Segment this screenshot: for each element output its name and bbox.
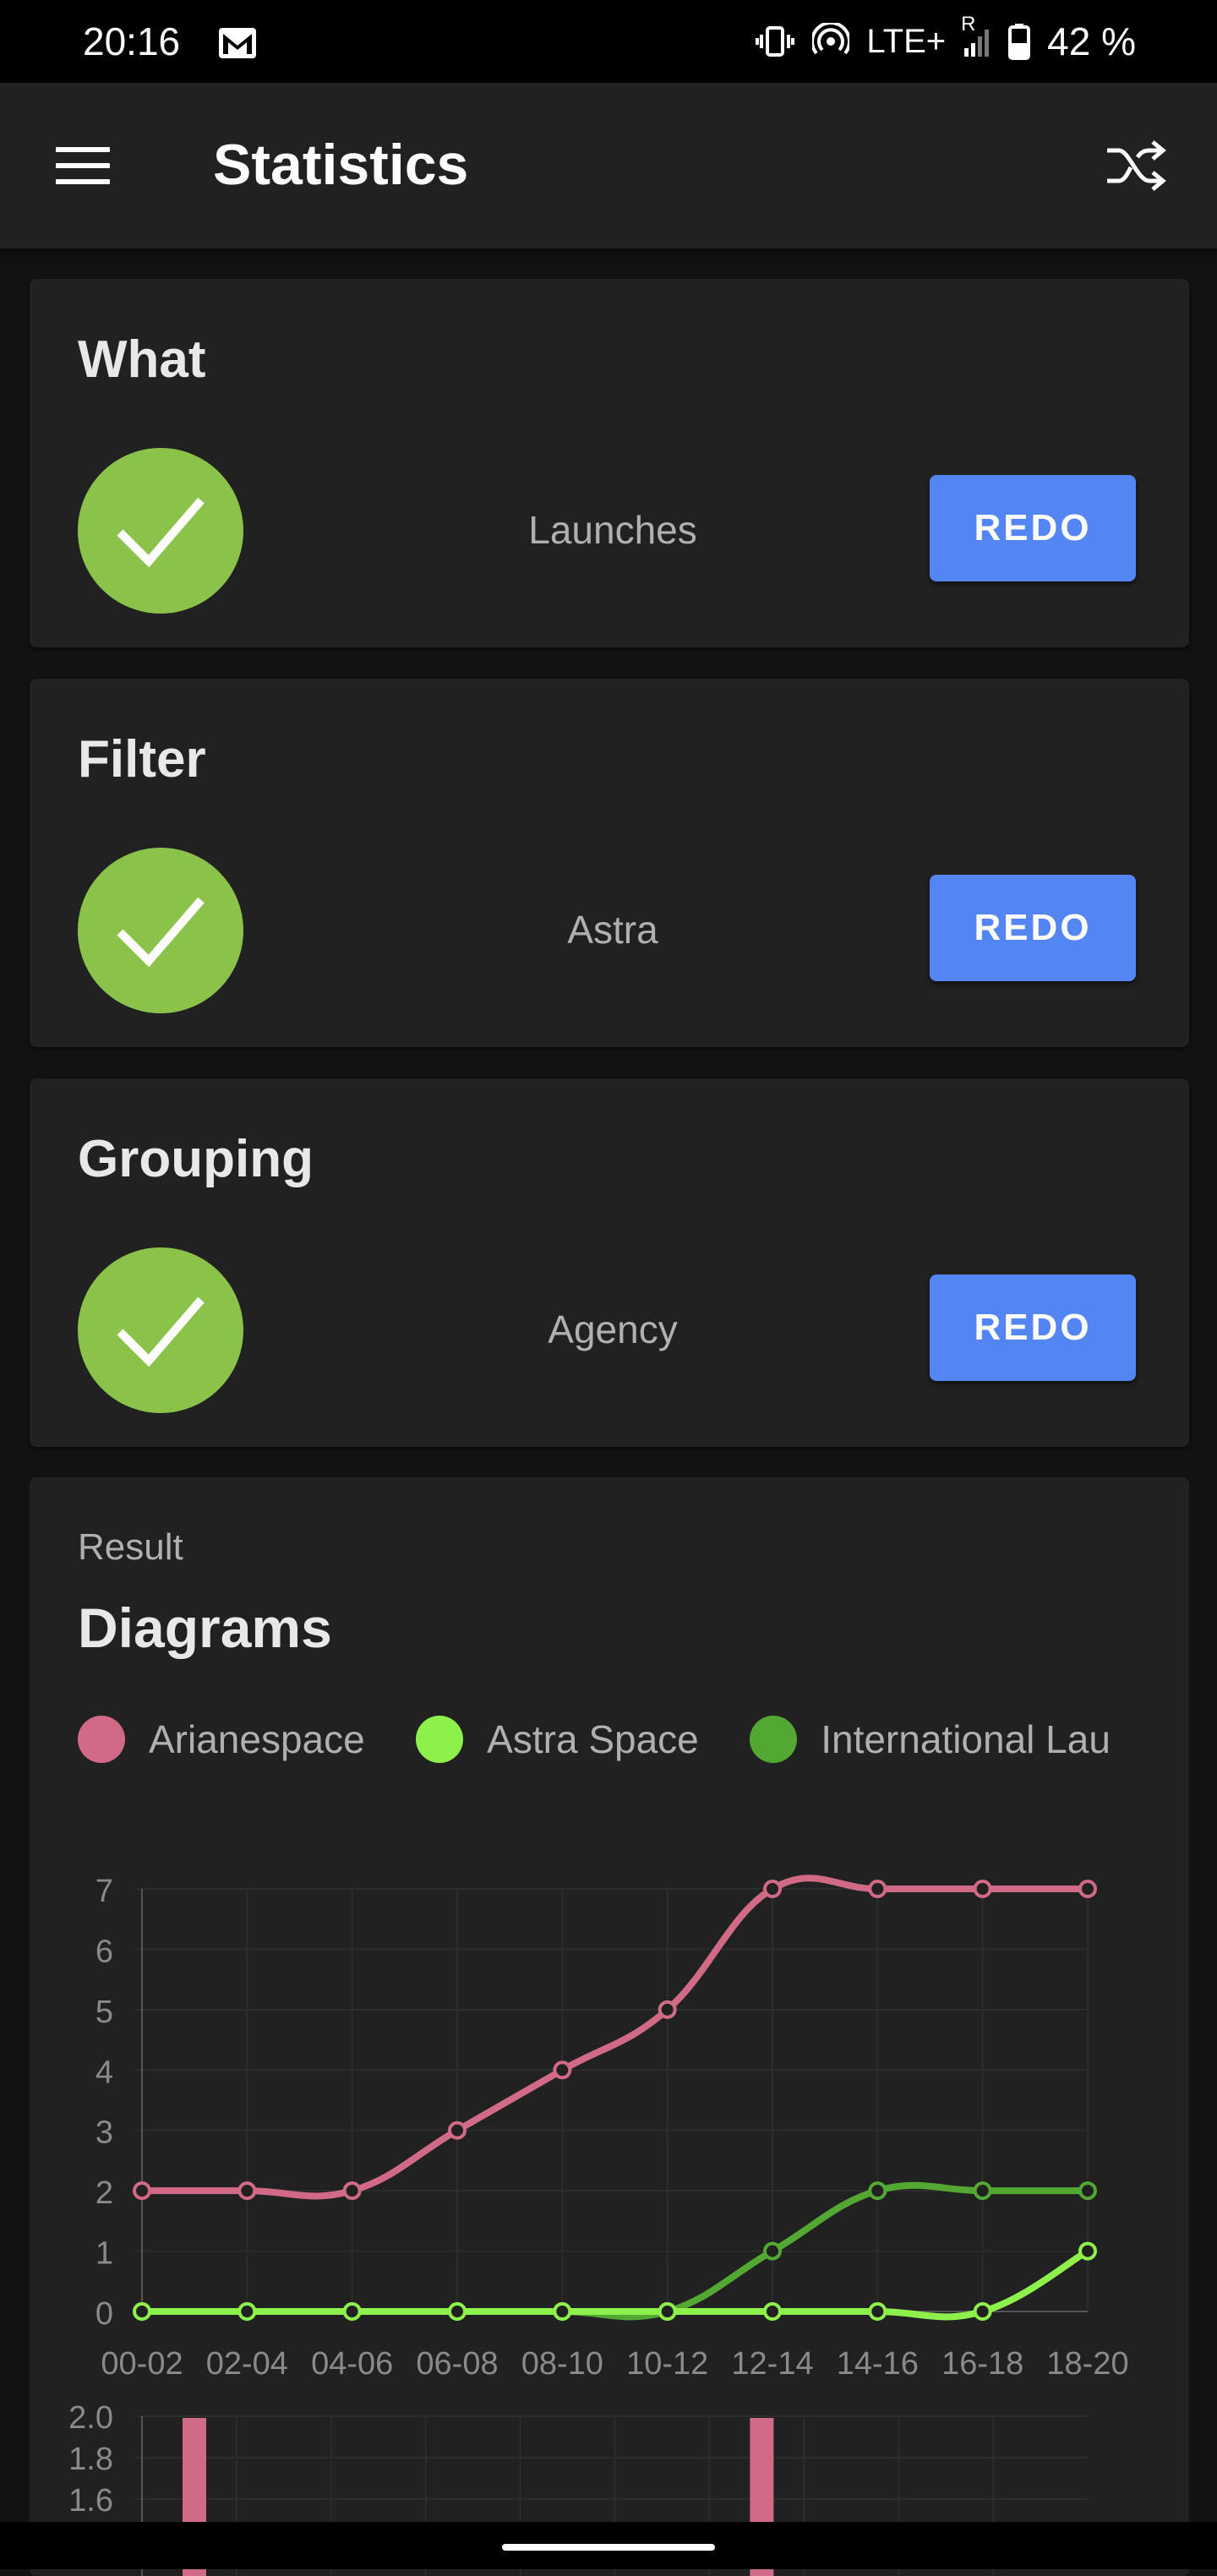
page-title: Statistics <box>213 133 469 197</box>
data-point-astra-space <box>868 2302 887 2321</box>
data-point-arianespace <box>973 1880 992 1898</box>
battery-icon <box>1008 23 1031 60</box>
data-point-arianespace <box>868 1880 887 1898</box>
y-tick-label: 1 <box>96 2236 113 2272</box>
x-tick-label: 10-12 <box>626 2346 708 2382</box>
y-tick-label: 4 <box>96 2055 113 2090</box>
data-point-international-lau <box>868 2181 887 2201</box>
data-point-astra-space <box>448 2302 467 2321</box>
bar-y-tick-label: 1.6 <box>68 2483 113 2519</box>
data-point-arianespace <box>237 2181 257 2201</box>
app-bar: Statistics <box>0 83 1217 248</box>
navigation-bar <box>0 2522 1217 2569</box>
data-point-arianespace <box>763 1880 782 1898</box>
check-icon <box>78 1247 243 1413</box>
shuffle-icon[interactable] <box>1104 137 1168 194</box>
y-tick-label: 3 <box>96 2115 113 2151</box>
data-point-astra-space <box>1078 2241 1097 2261</box>
check-icon <box>78 848 243 1013</box>
y-tick-label: 0 <box>96 2296 113 2332</box>
card-title: What <box>78 330 206 389</box>
data-point-international-lau <box>973 2181 992 2201</box>
data-point-international-lau <box>763 2241 782 2261</box>
card-value: Agency <box>548 1307 678 1351</box>
x-tick-label: 16-18 <box>941 2346 1023 2382</box>
data-point-astra-space <box>133 2302 151 2321</box>
data-point-astra-space <box>658 2302 677 2321</box>
menu-icon[interactable] <box>56 147 110 184</box>
data-point-astra-space <box>763 2302 782 2321</box>
series-line-arianespace <box>139 1875 1091 2200</box>
redo-button[interactable]: REDO <box>930 1274 1136 1381</box>
filter-card: Filter Astra REDO <box>30 679 1189 1047</box>
grouping-card: Grouping Agency REDO <box>30 1078 1189 1447</box>
x-tick-label: 02-04 <box>206 2346 288 2382</box>
data-point-arianespace <box>1078 1880 1097 1898</box>
data-point-arianespace <box>448 2120 467 2140</box>
data-point-astra-space <box>237 2302 257 2321</box>
clock: 20:16 <box>83 19 181 63</box>
series-line-astra-space <box>139 2247 1091 2321</box>
x-tick-label: 04-06 <box>311 2346 393 2382</box>
data-point-astra-space <box>973 2302 992 2321</box>
x-tick-label: 12-14 <box>731 2346 813 2382</box>
redo-button[interactable]: REDO <box>930 875 1136 981</box>
bar-y-tick-label: 2.0 <box>68 2400 113 2436</box>
y-tick-label: 6 <box>96 1934 113 1969</box>
x-tick-label: 14-16 <box>837 2346 919 2382</box>
x-tick-label: 06-08 <box>416 2346 498 2382</box>
network-type: LTE+ <box>866 22 947 60</box>
data-point-arianespace <box>342 2181 362 2201</box>
what-card: What Launches REDO <box>30 279 1189 647</box>
data-point-arianespace <box>658 2000 677 2019</box>
signal-icon: R <box>961 13 991 58</box>
hotspot-icon <box>812 23 850 60</box>
y-tick-label: 7 <box>96 1874 113 1909</box>
x-tick-label: 08-10 <box>521 2346 603 2382</box>
check-icon <box>78 448 243 614</box>
redo-button[interactable]: REDO <box>930 475 1136 581</box>
x-tick-label: 00-02 <box>101 2346 183 2382</box>
vibrate-icon <box>755 25 795 58</box>
card-title: Filter <box>78 730 206 789</box>
line-chart: 0 1 2 3 4 5 6 7 00-02 02-04 04-06 06-08 08-10 10-12 12… <box>68 1874 1129 2576</box>
y-tick-label: 2 <box>96 2175 113 2211</box>
card-value: Launches <box>528 508 697 552</box>
gmail-icon <box>218 27 257 63</box>
data-point-international-lau <box>1078 2181 1097 2201</box>
y-tick-label: 5 <box>96 1995 113 2030</box>
data-point-arianespace <box>553 2060 572 2080</box>
data-point-arianespace <box>133 2181 151 2201</box>
bar-y-tick-label: 1.8 <box>68 2442 113 2477</box>
battery-percent: 42 % <box>1047 19 1136 63</box>
data-point-astra-space <box>553 2302 572 2321</box>
card-title: Grouping <box>78 1130 314 1188</box>
card-value: Astra <box>567 908 658 952</box>
status-icons: LTE+ R 42 % <box>755 13 1136 64</box>
roaming-indicator: R <box>961 13 976 35</box>
result-card: Result Diagrams Arianespace Astra Space … <box>30 1477 1189 2576</box>
home-handle[interactable] <box>502 2544 715 2551</box>
x-tick-label: 18-20 <box>1046 2346 1128 2382</box>
data-point-astra-space <box>342 2302 362 2321</box>
status-bar: 20:16 LTE+ R 42 % <box>0 0 1217 83</box>
